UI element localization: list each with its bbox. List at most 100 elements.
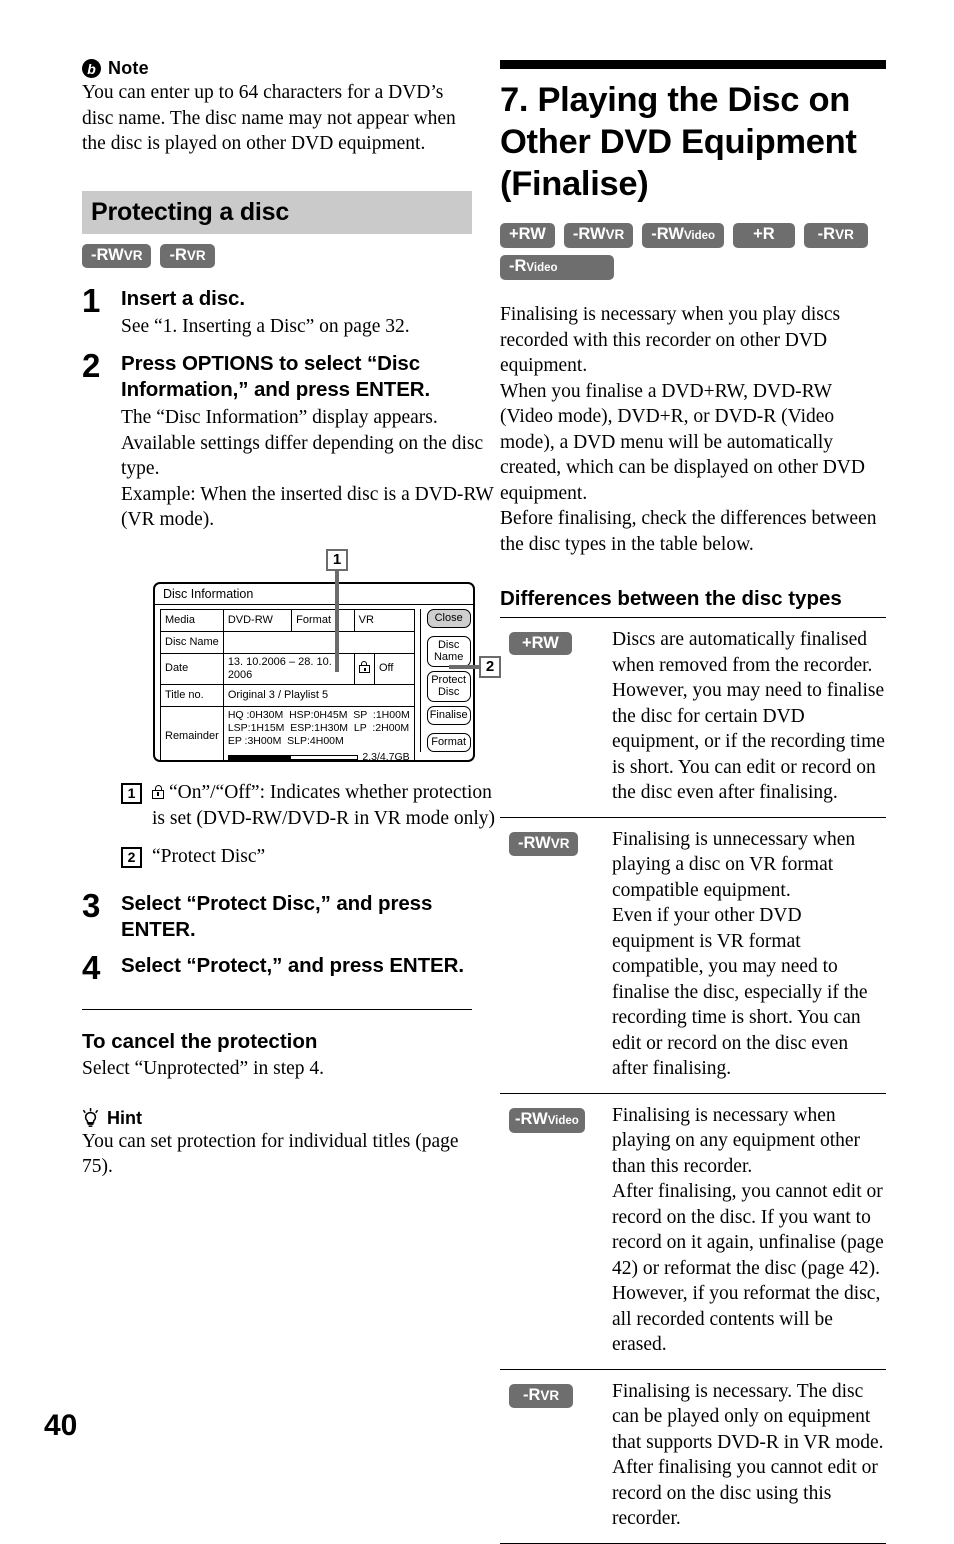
- row-badge-cell: -RW VR: [500, 817, 612, 1093]
- note-bolt-icon: b: [82, 59, 101, 78]
- finalise-button[interactable]: Finalise: [426, 705, 471, 725]
- note-body: You can enter up to 64 characters for a …: [82, 82, 456, 154]
- step-number: 2: [82, 347, 101, 384]
- protect-disc-button[interactable]: Protect Disc: [426, 670, 471, 702]
- step-title: Select “Protect,” and press ENTER.: [121, 954, 464, 977]
- callout-text-body: “On”/“Off”: Indicates whether protection…: [152, 781, 496, 830]
- disc-badge-main: -RW: [651, 225, 684, 243]
- row-text: Finalising is necessary when playing on …: [612, 1104, 884, 1356]
- callout-explanation-1: 1 “On”/“Off”: Indicates whether protecti…: [121, 780, 501, 832]
- table-row: -RW VR Finalising is unnecessary when pla…: [500, 817, 886, 1093]
- disc-badge-sub: VR: [540, 1387, 560, 1403]
- step-3: 3 Select “Protect Disc,” and press ENTER…: [82, 887, 472, 943]
- table-row: Date 13. 10.2006 – 28. 10. 2006 Off: [160, 652, 415, 685]
- section-title: Protecting a disc: [91, 197, 290, 226]
- hint-label: Hint: [107, 1107, 142, 1128]
- row-badge-cell: +RW: [500, 618, 612, 818]
- protect-lock-cell: [353, 652, 375, 685]
- disc-badge: -RW VR: [563, 223, 634, 248]
- step-2: 2 Press OPTIONS to select “Disc Informat…: [82, 347, 501, 869]
- disc-badge-main: +RW: [509, 225, 546, 243]
- section-divider: [82, 1009, 472, 1010]
- callout-marker: 2: [121, 846, 142, 868]
- callout-marker: 1: [121, 782, 142, 804]
- disc-badge-main: -R: [169, 245, 187, 264]
- format-value: VR: [353, 608, 415, 632]
- disc-badge: -R VR: [509, 1383, 574, 1408]
- table-row: Disc Name: [160, 630, 415, 654]
- capacity-text: 2.3/4.7GB: [362, 750, 410, 762]
- callout-text: “On”/“Off”: Indicates whether protection…: [152, 780, 501, 832]
- section-disc-badges: -RW VR -R VR: [82, 243, 472, 268]
- lock-icon: [358, 660, 370, 673]
- right-column: 7. Playing the Disc on Other DVD Equipme…: [500, 60, 886, 1544]
- disc-badge-sub: Video: [547, 1114, 579, 1127]
- remainder-line-2: LSP:1H15M ESP:1H30M LP :2H00M: [227, 721, 410, 734]
- disc-badge-sub: VR: [550, 835, 570, 851]
- disc-badge: -R VR: [803, 223, 868, 248]
- capacity-row: 2.3/4.7GB: [227, 750, 410, 762]
- step-title: Press OPTIONS to select “Disc Informatio…: [121, 352, 431, 401]
- disc-badge-main: +RW: [522, 634, 559, 652]
- step-title: Select “Protect Disc,” and press ENTER.: [121, 892, 433, 941]
- close-button[interactable]: Close: [426, 608, 471, 628]
- format-button[interactable]: Format: [426, 732, 471, 752]
- step-text: See “1. Inserting a Disc” on page 32.: [121, 315, 410, 337]
- disc-badge-sub: VR: [123, 247, 143, 263]
- row-text: Discs are automatically finalised when r…: [612, 629, 885, 803]
- chapter-rule: [500, 60, 886, 69]
- media-label: Media: [160, 608, 224, 632]
- screen-button-column: Close Disc Name Protect Disc Finalise Fo…: [419, 608, 471, 752]
- table-row: Remainder HQ :0H30M HSP:0H45M SP :1H00M …: [160, 705, 415, 762]
- note-label: Note: [108, 58, 149, 78]
- remainder-line-3: EP :3H00M SLP:4H00M: [227, 734, 344, 747]
- callout-explanation-2: 2 “Protect Disc”: [121, 844, 501, 870]
- lightbulb-icon: [82, 1108, 99, 1128]
- chapter-disc-badges: +RW -RW VR -RW Video +R -R VR -R Video: [500, 223, 886, 280]
- figure-callout-2-leader: [449, 664, 481, 669]
- disc-badge: +R: [733, 223, 795, 248]
- step-1: 1 Insert a disc. See “1. Inserting a Dis…: [82, 284, 472, 340]
- disc-info-table: Media DVD-RW Format VR Disc Name Date 13…: [160, 608, 415, 762]
- row-badge-cell: -R VR: [500, 1369, 612, 1543]
- step-number: 3: [82, 887, 101, 924]
- disc-badge-sub: VR: [835, 227, 854, 242]
- title-no-value: Original 3 / Playlist 5: [222, 683, 415, 707]
- remainder-line-1: HQ :0H30M HSP:0H45M SP :1H00M: [227, 708, 410, 721]
- disc-badge-main: -RW: [518, 833, 551, 852]
- callout-text: “Protect Disc”: [152, 845, 266, 867]
- manual-page: b Note You can enter up to 64 characters…: [0, 0, 954, 1543]
- disc-badge: -RW VR: [509, 831, 579, 856]
- differences-heading: Differences between the disc types: [500, 587, 842, 610]
- disc-badge-main: -R: [523, 1385, 541, 1404]
- section-heading-band: Protecting a disc: [82, 190, 472, 234]
- figure-callout-2: 2: [479, 655, 501, 678]
- capacity-bar: [227, 754, 359, 760]
- disc-information-screen: Disc Information Media DVD-RW Format VR: [153, 581, 475, 762]
- disc-badge: -RW Video: [642, 223, 725, 248]
- row-text: Finalising is unnecessary when playing a…: [612, 828, 868, 1080]
- disc-badge: +RW: [500, 223, 555, 248]
- disc-badge: -R Video: [500, 255, 614, 280]
- step-4: 4 Select “Protect,” and press ENTER.: [82, 951, 472, 984]
- disc-badge-main: -R: [509, 257, 527, 275]
- table-row: -RW Video Finalising is necessary when pl…: [500, 1093, 886, 1369]
- disc-badge-main: -RW: [91, 245, 124, 264]
- row-text: Finalising is necessary. The disc can be…: [612, 1380, 884, 1530]
- cancel-protection-heading: To cancel the protection: [82, 1030, 318, 1053]
- protect-value: Off: [373, 652, 415, 685]
- table-row: Media DVD-RW Format VR: [160, 608, 415, 632]
- differences-table: +RW Discs are automatically finalised wh…: [500, 617, 886, 1544]
- note-heading: b Note: [82, 58, 472, 79]
- disc-name-button[interactable]: Disc Name: [426, 635, 471, 667]
- chapter-title: 7. Playing the Disc on Other DVD Equipme…: [500, 81, 857, 203]
- disc-badge: -R VR: [160, 243, 215, 268]
- note-block: b Note You can enter up to 64 characters…: [82, 58, 472, 157]
- table-row: -R VR Finalising is necessary. The disc c…: [500, 1369, 886, 1543]
- figure-callout-1: 1: [326, 548, 348, 571]
- format-label: Format: [291, 608, 355, 632]
- media-value: DVD-RW: [222, 608, 293, 632]
- row-badge-cell: -RW Video: [500, 1093, 612, 1369]
- disc-badge-main: -RW: [572, 225, 606, 243]
- disc-badge-main: +R: [753, 225, 775, 243]
